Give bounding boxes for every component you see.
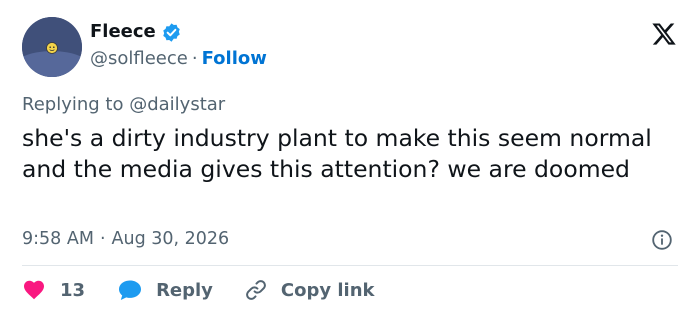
avatar[interactable]: [22, 17, 82, 77]
handle-separator: ·: [191, 48, 198, 69]
reply-bubble-icon: [117, 278, 143, 302]
tweet-actions: 13 Reply Copy link: [22, 277, 375, 303]
follow-button[interactable]: Follow: [202, 48, 267, 69]
reply-context: Replying to @dailystar: [22, 94, 225, 116]
copy-link-label: Copy link: [280, 279, 375, 301]
like-count: 13: [60, 279, 86, 301]
info-icon[interactable]: [651, 229, 673, 251]
reply-context-username[interactable]: @dailystar: [129, 94, 225, 115]
copy-link-button[interactable]: Copy link: [244, 278, 375, 302]
avatar-image: [22, 17, 82, 77]
like-button[interactable]: 13: [22, 278, 85, 302]
x-logo-icon[interactable]: [651, 21, 677, 47]
tweet-date: Aug 30, 2026: [111, 229, 230, 249]
tweet-timestamp[interactable]: 9:58 AM · Aug 30, 2026: [22, 228, 229, 250]
author-display-name[interactable]: Fleece: [90, 21, 156, 43]
timestamp-separator: ·: [99, 229, 106, 249]
tweet-time: 9:58 AM: [22, 229, 94, 249]
link-icon: [244, 278, 268, 302]
reply-context-prefix: Replying to: [22, 94, 124, 115]
author-handle-row: @solfleece · Follow: [90, 48, 267, 70]
author-handle[interactable]: @solfleece: [90, 48, 188, 69]
tweet-text: she's a dirty industry plant to make thi…: [22, 124, 652, 183]
reply-button[interactable]: Reply: [117, 278, 213, 302]
reply-label: Reply: [156, 279, 213, 301]
verified-badge-icon: [161, 22, 182, 43]
author-name-row: Fleece: [90, 21, 182, 43]
divider: [22, 265, 678, 266]
heart-icon: [22, 278, 46, 302]
